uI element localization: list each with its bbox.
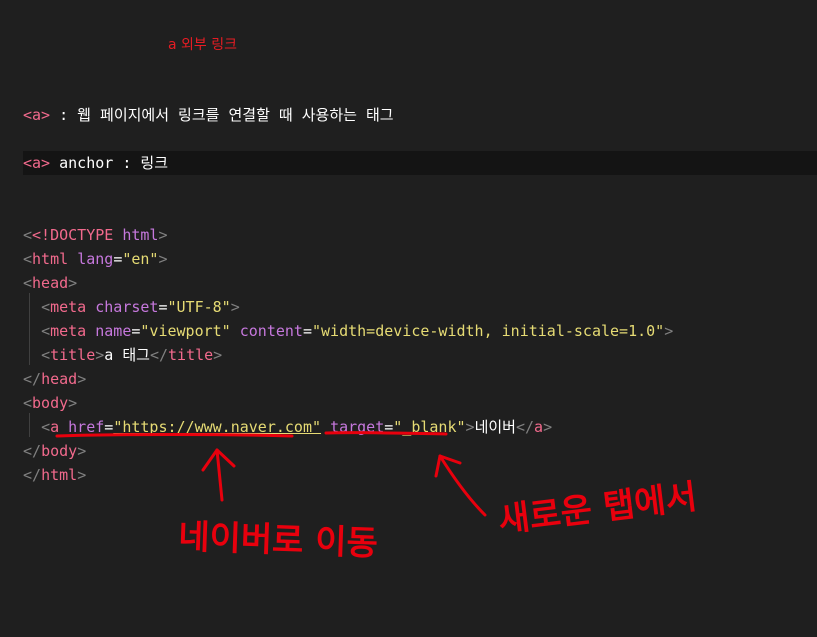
left-arrow-shaft (215, 448, 224, 502)
left-note: 네이버로 이동 (178, 517, 379, 564)
target-underline-mark (324, 431, 448, 436)
right-arrow-shaft (438, 454, 487, 517)
href-underline-mark (55, 433, 294, 438)
handwritten-annotations: 네이버로 이동 새로운 탭에서 (55, 431, 699, 564)
right-note: 새로운 탭에서 (496, 477, 699, 541)
